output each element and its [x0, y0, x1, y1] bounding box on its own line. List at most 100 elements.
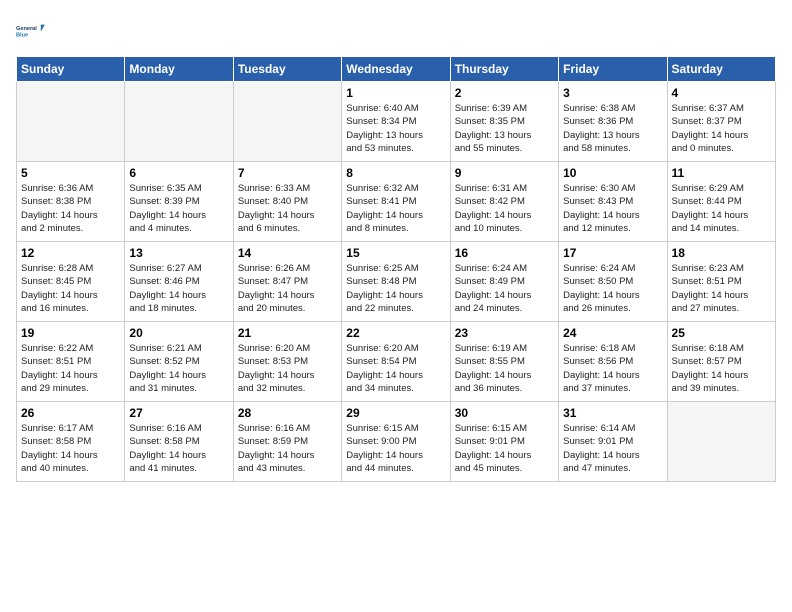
day-info: Sunrise: 6:25 AM Sunset: 8:48 PM Dayligh… [346, 262, 445, 315]
day-number: 13 [129, 246, 228, 260]
day-number: 22 [346, 326, 445, 340]
calendar-day-cell: 4 Sunrise: 6:37 AM Sunset: 8:37 PM Daylig… [667, 82, 775, 162]
day-number: 18 [672, 246, 771, 260]
day-info: Sunrise: 6:23 AM Sunset: 8:51 PM Dayligh… [672, 262, 771, 315]
calendar-day-cell: 3 Sunrise: 6:38 AM Sunset: 8:36 PM Daylig… [559, 82, 667, 162]
weekday-header-saturday: Saturday [667, 57, 775, 82]
calendar-day-cell: 25Sunrise: 6:18 AM Sunset: 8:57 PM Dayli… [667, 322, 775, 402]
calendar-day-cell: 2 Sunrise: 6:39 AM Sunset: 8:35 PM Daylig… [450, 82, 558, 162]
day-number: 24 [563, 326, 662, 340]
calendar-day-cell: 1 Sunrise: 6:40 AM Sunset: 8:34 PM Daylig… [342, 82, 450, 162]
calendar-day-cell: 29 Sunrise: 6:15 AM Sunset: 9:00 PM Dayli… [342, 402, 450, 482]
day-info: Sunrise: 6:14 AM Sunset: 9:01 PM Dayligh… [563, 422, 662, 475]
day-info: Sunrise: 6:36 AM Sunset: 8:38 PM Dayligh… [21, 182, 120, 235]
calendar-day-cell: 11Sunrise: 6:29 AM Sunset: 8:44 PM Dayli… [667, 162, 775, 242]
calendar-day-cell: 7 Sunrise: 6:33 AM Sunset: 8:40 PM Daylig… [233, 162, 341, 242]
calendar-day-cell: 14 Sunrise: 6:26 AM Sunset: 8:47 PM Dayli… [233, 242, 341, 322]
day-info: Sunrise: 6:27 AM Sunset: 8:46 PM Dayligh… [129, 262, 228, 315]
day-info: Sunrise: 6:21 AM Sunset: 8:52 PM Dayligh… [129, 342, 228, 395]
calendar-day-cell: 15Sunrise: 6:25 AM Sunset: 8:48 PM Dayli… [342, 242, 450, 322]
day-info: Sunrise: 6:31 AM Sunset: 8:42 PM Dayligh… [455, 182, 554, 235]
day-number: 8 [346, 166, 445, 180]
logo: GeneralBlue [16, 16, 48, 48]
calendar-day-cell: 20 Sunrise: 6:21 AM Sunset: 8:52 PM Dayli… [125, 322, 233, 402]
day-number: 12 [21, 246, 120, 260]
day-number: 10 [563, 166, 662, 180]
calendar-week-5: 26 Sunrise: 6:17 AM Sunset: 8:58 PM Dayli… [17, 402, 776, 482]
calendar-day-cell: 17 Sunrise: 6:24 AM Sunset: 8:50 PM Dayli… [559, 242, 667, 322]
calendar-day-cell: 18 Sunrise: 6:23 AM Sunset: 8:51 PM Dayli… [667, 242, 775, 322]
calendar-week-3: 12Sunrise: 6:28 AM Sunset: 8:45 PM Dayli… [17, 242, 776, 322]
calendar-day-cell: 13 Sunrise: 6:27 AM Sunset: 8:46 PM Dayli… [125, 242, 233, 322]
calendar-week-2: 5 Sunrise: 6:36 AM Sunset: 8:38 PM Daylig… [17, 162, 776, 242]
day-number: 30 [455, 406, 554, 420]
day-number: 1 [346, 86, 445, 100]
day-number: 27 [129, 406, 228, 420]
weekday-header-sunday: Sunday [17, 57, 125, 82]
day-number: 14 [238, 246, 337, 260]
day-info: Sunrise: 6:29 AM Sunset: 8:44 PM Dayligh… [672, 182, 771, 235]
calendar-day-cell: 27 Sunrise: 6:16 AM Sunset: 8:58 PM Dayli… [125, 402, 233, 482]
calendar-day-cell: 16 Sunrise: 6:24 AM Sunset: 8:49 PM Dayli… [450, 242, 558, 322]
day-number: 21 [238, 326, 337, 340]
day-info: Sunrise: 6:40 AM Sunset: 8:34 PM Dayligh… [346, 102, 445, 155]
day-number: 20 [129, 326, 228, 340]
day-number: 23 [455, 326, 554, 340]
day-number: 17 [563, 246, 662, 260]
weekday-header-friday: Friday [559, 57, 667, 82]
calendar-day-cell: 6 Sunrise: 6:35 AM Sunset: 8:39 PM Daylig… [125, 162, 233, 242]
day-info: Sunrise: 6:35 AM Sunset: 8:39 PM Dayligh… [129, 182, 228, 235]
day-info: Sunrise: 6:22 AM Sunset: 8:51 PM Dayligh… [21, 342, 120, 395]
day-number: 4 [672, 86, 771, 100]
calendar-day-cell: 5 Sunrise: 6:36 AM Sunset: 8:38 PM Daylig… [17, 162, 125, 242]
day-number: 6 [129, 166, 228, 180]
calendar-day-cell: 26 Sunrise: 6:17 AM Sunset: 8:58 PM Dayli… [17, 402, 125, 482]
calendar-day-cell: 8 Sunrise: 6:32 AM Sunset: 8:41 PM Daylig… [342, 162, 450, 242]
weekday-header-monday: Monday [125, 57, 233, 82]
day-info: Sunrise: 6:37 AM Sunset: 8:37 PM Dayligh… [672, 102, 771, 155]
day-number: 19 [21, 326, 120, 340]
day-info: Sunrise: 6:15 AM Sunset: 9:00 PM Dayligh… [346, 422, 445, 475]
day-number: 25 [672, 326, 771, 340]
calendar-day-cell [125, 82, 233, 162]
calendar-day-cell: 23 Sunrise: 6:19 AM Sunset: 8:55 PM Dayli… [450, 322, 558, 402]
day-info: Sunrise: 6:33 AM Sunset: 8:40 PM Dayligh… [238, 182, 337, 235]
day-info: Sunrise: 6:20 AM Sunset: 8:53 PM Dayligh… [238, 342, 337, 395]
day-number: 2 [455, 86, 554, 100]
day-number: 3 [563, 86, 662, 100]
day-number: 28 [238, 406, 337, 420]
day-number: 7 [238, 166, 337, 180]
day-info: Sunrise: 6:24 AM Sunset: 8:50 PM Dayligh… [563, 262, 662, 315]
day-number: 9 [455, 166, 554, 180]
calendar-day-cell [667, 402, 775, 482]
day-info: Sunrise: 6:19 AM Sunset: 8:55 PM Dayligh… [455, 342, 554, 395]
day-number: 16 [455, 246, 554, 260]
day-info: Sunrise: 6:18 AM Sunset: 8:56 PM Dayligh… [563, 342, 662, 395]
calendar-day-cell: 12Sunrise: 6:28 AM Sunset: 8:45 PM Dayli… [17, 242, 125, 322]
day-info: Sunrise: 6:38 AM Sunset: 8:36 PM Dayligh… [563, 102, 662, 155]
weekday-header-tuesday: Tuesday [233, 57, 341, 82]
day-number: 5 [21, 166, 120, 180]
day-info: Sunrise: 6:30 AM Sunset: 8:43 PM Dayligh… [563, 182, 662, 235]
calendar-day-cell: 31Sunrise: 6:14 AM Sunset: 9:01 PM Dayli… [559, 402, 667, 482]
calendar-day-cell: 30Sunrise: 6:15 AM Sunset: 9:01 PM Dayli… [450, 402, 558, 482]
calendar-day-cell: 9 Sunrise: 6:31 AM Sunset: 8:42 PM Daylig… [450, 162, 558, 242]
day-info: Sunrise: 6:32 AM Sunset: 8:41 PM Dayligh… [346, 182, 445, 235]
calendar-day-cell: 22 Sunrise: 6:20 AM Sunset: 8:54 PM Dayli… [342, 322, 450, 402]
calendar-table: SundayMondayTuesdayWednesdayThursdayFrid… [16, 56, 776, 482]
day-number: 29 [346, 406, 445, 420]
svg-text:Blue: Blue [16, 33, 28, 39]
calendar-day-cell: 28Sunrise: 6:16 AM Sunset: 8:59 PM Dayli… [233, 402, 341, 482]
calendar-day-cell [233, 82, 341, 162]
day-info: Sunrise: 6:39 AM Sunset: 8:35 PM Dayligh… [455, 102, 554, 155]
day-info: Sunrise: 6:16 AM Sunset: 8:58 PM Dayligh… [129, 422, 228, 475]
day-info: Sunrise: 6:24 AM Sunset: 8:49 PM Dayligh… [455, 262, 554, 315]
day-number: 26 [21, 406, 120, 420]
weekday-header-wednesday: Wednesday [342, 57, 450, 82]
day-info: Sunrise: 6:20 AM Sunset: 8:54 PM Dayligh… [346, 342, 445, 395]
calendar-week-1: 1 Sunrise: 6:40 AM Sunset: 8:34 PM Daylig… [17, 82, 776, 162]
page-header: GeneralBlue [16, 16, 776, 48]
day-info: Sunrise: 6:26 AM Sunset: 8:47 PM Dayligh… [238, 262, 337, 315]
calendar-day-cell [17, 82, 125, 162]
day-info: Sunrise: 6:17 AM Sunset: 8:58 PM Dayligh… [21, 422, 120, 475]
